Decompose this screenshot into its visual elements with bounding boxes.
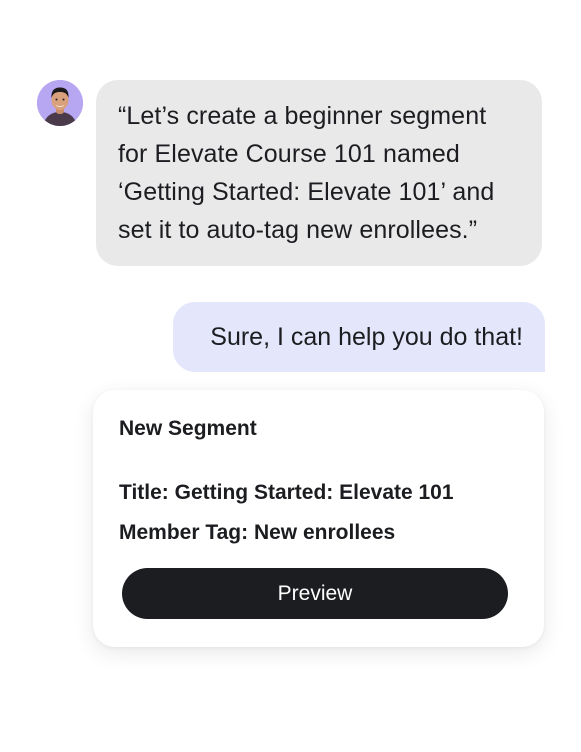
segment-title-line: Title: Getting Started: Elevate 101 <box>119 481 454 504</box>
person-avatar-icon <box>37 80 83 126</box>
preview-button[interactable]: Preview <box>122 568 508 619</box>
new-segment-card: New Segment Title: Getting Started: Elev… <box>93 390 544 647</box>
member-tag-line: Member Tag: New enrollees <box>119 521 396 544</box>
assistant-message-bubble: Sure, I can help you do that! <box>173 302 545 372</box>
card-heading: New Segment <box>119 417 257 440</box>
user-avatar <box>37 80 83 126</box>
user-message-bubble: “Let’s create a beginner segment for Ele… <box>96 80 542 266</box>
